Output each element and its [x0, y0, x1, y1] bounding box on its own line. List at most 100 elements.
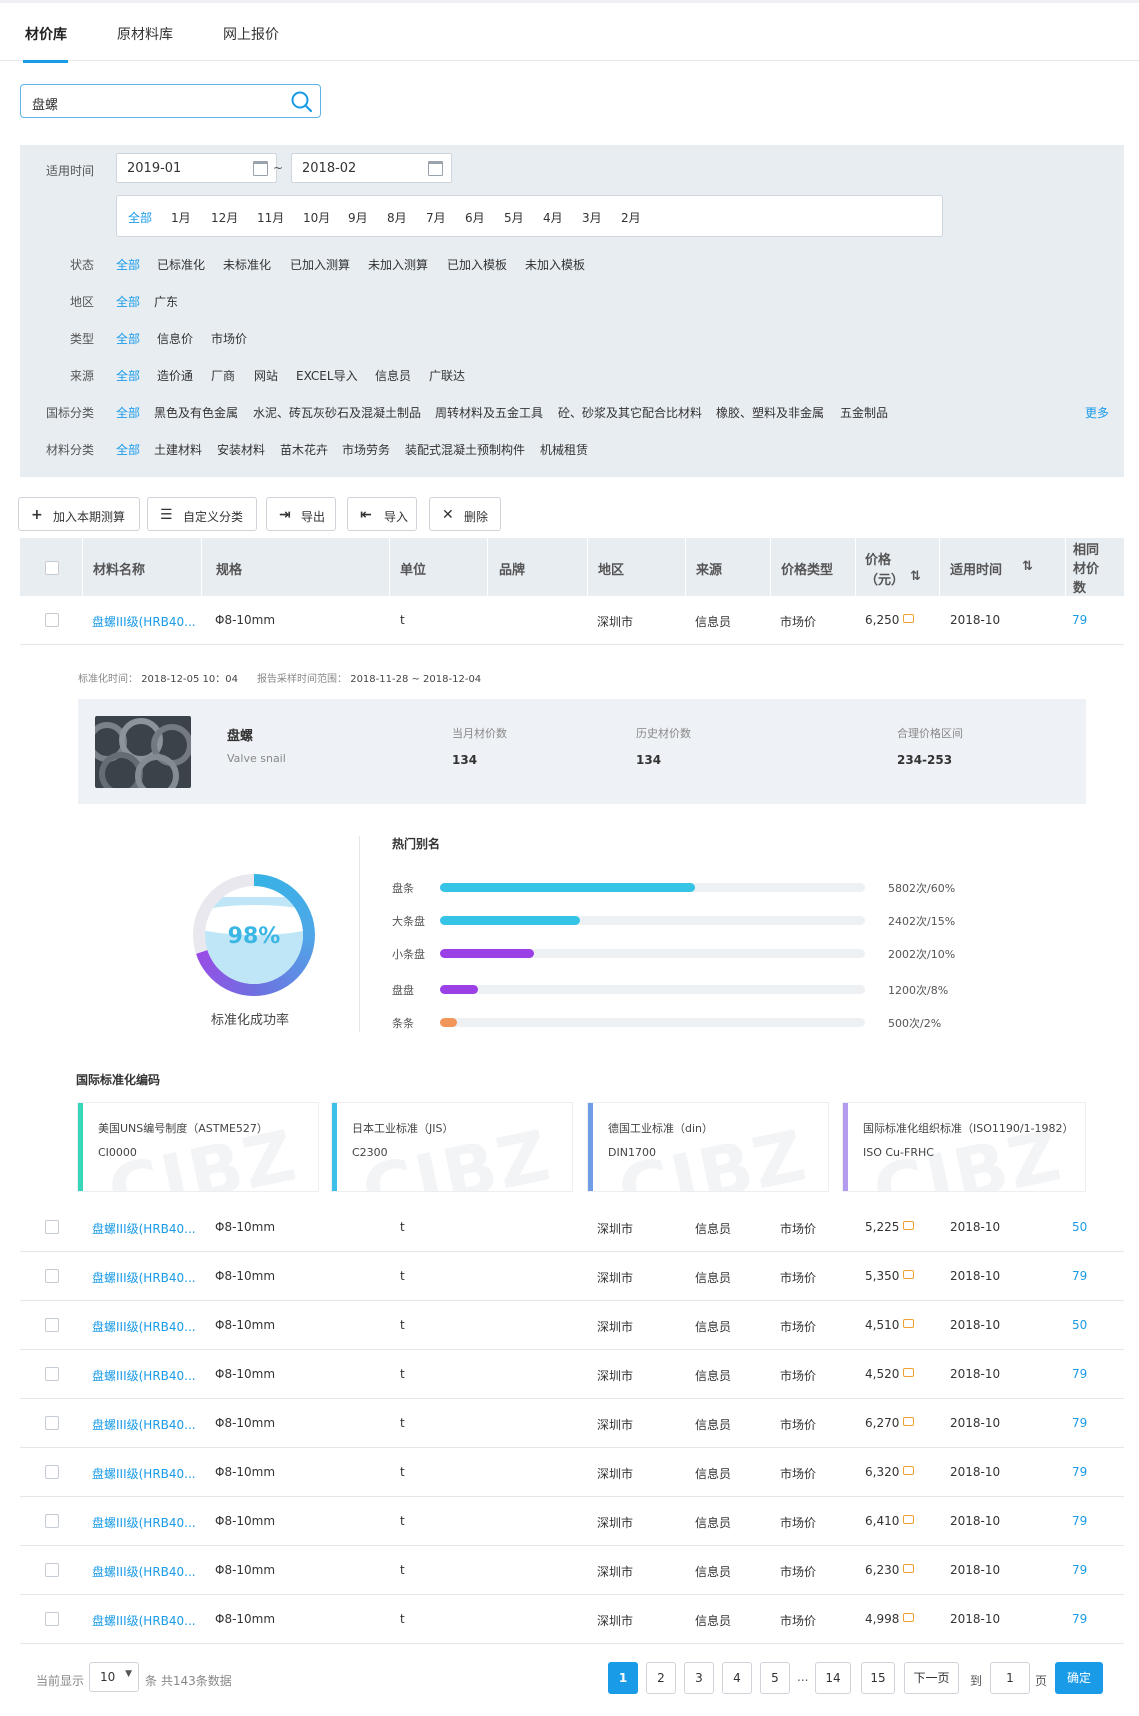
select-all-checkbox[interactable]	[45, 561, 59, 575]
same-count-link[interactable]: 79	[1072, 1416, 1087, 1430]
status-option[interactable]: 未标准化	[223, 256, 271, 273]
date-from-input[interactable]: 2019-01	[116, 153, 277, 183]
add-to-estimate-button[interactable]: + 加入本期测算	[18, 497, 140, 531]
calendar-icon[interactable]	[428, 161, 443, 176]
material-name-link[interactable]: 盘螺III级(HRB40...	[92, 1318, 196, 1335]
material-name-link[interactable]: 盘螺III级(HRB40...	[92, 1612, 196, 1629]
material-name-link[interactable]: 盘螺III级(HRB40...	[92, 1416, 196, 1433]
tag-icon[interactable]	[903, 614, 915, 623]
material-category-option[interactable]: 装配式混凝土预制构件	[405, 441, 525, 458]
row-checkbox[interactable]	[45, 1269, 59, 1283]
table-row[interactable]: 盘螺III级(HRB40... Φ8-10mm t 深圳市 信息员 市场价 5,350 201…	[20, 1252, 1124, 1301]
tag-icon[interactable]	[903, 1466, 915, 1475]
same-count-link[interactable]: 79	[1072, 613, 1087, 627]
material-name-link[interactable]: 盘螺III级(HRB40...	[92, 1269, 196, 1286]
page-button[interactable]: 2	[646, 1662, 676, 1694]
search-input[interactable]: 盘螺	[20, 84, 321, 118]
month-option[interactable]: 5月	[504, 209, 524, 226]
month-option[interactable]: 2月	[621, 209, 641, 226]
material-name-link[interactable]: 盘螺III级(HRB40...	[92, 1220, 196, 1237]
source-option[interactable]: 网站	[254, 367, 278, 384]
column-header-time[interactable]: 适用时间	[950, 559, 1002, 578]
tag-icon[interactable]	[903, 1319, 915, 1328]
national-category-option[interactable]: 水泥、砖瓦灰砂石及混凝土制品	[253, 404, 421, 421]
type-option[interactable]: 信息价	[157, 330, 193, 347]
source-option[interactable]: 全部	[116, 367, 140, 384]
status-option[interactable]: 已加入测算	[290, 256, 350, 273]
material-category-option[interactable]: 机械租赁	[540, 441, 588, 458]
table-row[interactable]: 盘螺III级(HRB40... Φ8-10mm t 深圳市 信息员 市场价 4,520 201…	[20, 1350, 1124, 1399]
row-checkbox[interactable]	[45, 1514, 59, 1528]
month-option[interactable]: 全部	[128, 209, 152, 226]
source-option[interactable]: 广联达	[429, 367, 465, 384]
type-option[interactable]: 全部	[116, 330, 140, 347]
national-category-option[interactable]: 橡胶、塑料及非金属	[716, 404, 824, 421]
status-option[interactable]: 已加入模板	[447, 256, 507, 273]
tab-material-price[interactable]: 材价库	[25, 24, 67, 44]
table-row[interactable]: 盘螺III级(HRB40... Φ8-10mm t 深圳市 信息员 市场价 6,410 201…	[20, 1497, 1124, 1546]
page-button[interactable]: 15	[861, 1662, 895, 1694]
sort-icon[interactable]: ⇅	[910, 569, 921, 584]
table-row[interactable]: 盘螺III级(HRB40... Φ8-10mm t 深圳市 信息员 市场价 5,225 201…	[20, 1203, 1124, 1252]
calendar-icon[interactable]	[253, 161, 268, 176]
month-option[interactable]: 7月	[426, 209, 446, 226]
source-option[interactable]: 造价通	[157, 367, 193, 384]
delete-button[interactable]: ✕ 删除	[429, 497, 501, 531]
page-button[interactable]: 4	[722, 1662, 752, 1694]
tag-icon[interactable]	[903, 1515, 915, 1524]
custom-category-button[interactable]: ☰ 自定义分类	[147, 497, 257, 531]
material-name-link[interactable]: 盘螺III级(HRB40...	[92, 1367, 196, 1384]
national-category-option[interactable]: 全部	[116, 404, 140, 421]
source-option[interactable]: 信息员	[375, 367, 411, 384]
month-option[interactable]: 9月	[348, 209, 368, 226]
same-count-link[interactable]: 50	[1072, 1220, 1087, 1234]
tab-online-quote[interactable]: 网上报价	[223, 24, 279, 44]
search-icon[interactable]	[290, 90, 314, 114]
sort-icon[interactable]: ⇅	[1022, 559, 1033, 574]
goto-page-input[interactable]: 1	[990, 1662, 1030, 1694]
national-category-option[interactable]: 黑色及有色金属	[154, 404, 238, 421]
page-button[interactable]: 1	[608, 1662, 638, 1694]
month-option[interactable]: 12月	[211, 209, 238, 226]
confirm-button[interactable]: 确定	[1055, 1662, 1103, 1694]
page-button[interactable]: 14	[815, 1662, 851, 1694]
month-option[interactable]: 1月	[171, 209, 191, 226]
tag-icon[interactable]	[903, 1564, 915, 1573]
material-category-option[interactable]: 安装材料	[217, 441, 265, 458]
material-category-option[interactable]: 市场劳务	[342, 441, 390, 458]
import-button[interactable]: ⇤ 导入	[347, 497, 417, 531]
month-option[interactable]: 4月	[543, 209, 563, 226]
month-option[interactable]: 6月	[465, 209, 485, 226]
row-checkbox[interactable]	[45, 1416, 59, 1430]
page-button[interactable]: 3	[684, 1662, 714, 1694]
table-row[interactable]: 盘螺III级(HRB40... Φ8-10mm t 深圳市 信息员 市场价 4,998 201…	[20, 1595, 1124, 1644]
month-option[interactable]: 8月	[387, 209, 407, 226]
material-name-link[interactable]: 盘螺III级(HRB40...	[92, 1563, 196, 1580]
material-name-link[interactable]: 盘螺III级(HRB40...	[92, 1514, 196, 1531]
source-option[interactable]: EXCEL导入	[296, 367, 358, 384]
row-checkbox[interactable]	[45, 613, 59, 627]
same-count-link[interactable]: 79	[1072, 1563, 1087, 1577]
same-count-link[interactable]: 50	[1072, 1318, 1087, 1332]
material-category-option[interactable]: 苗木花卉	[280, 441, 328, 458]
export-button[interactable]: ⇥ 导出	[266, 497, 336, 531]
tag-icon[interactable]	[903, 1368, 915, 1377]
national-category-option[interactable]: 砼、砂浆及其它配合比材料	[558, 404, 702, 421]
date-to-input[interactable]: 2018-02	[291, 153, 452, 183]
tag-icon[interactable]	[903, 1221, 915, 1230]
table-row[interactable]: 盘螺III级(HRB40... Φ8-10mm t 深圳市 信息员 市场价 6,…	[20, 596, 1124, 645]
same-count-link[interactable]: 79	[1072, 1269, 1087, 1283]
month-option[interactable]: 10月	[303, 209, 330, 226]
status-option[interactable]: 未加入模板	[525, 256, 585, 273]
tab-raw-material[interactable]: 原材料库	[117, 24, 173, 44]
material-name-link[interactable]: 盘螺III级(HRB40...	[92, 1465, 196, 1482]
tag-icon[interactable]	[903, 1417, 915, 1426]
page-size-select[interactable]: 10 ▼	[89, 1662, 139, 1692]
same-count-link[interactable]: 79	[1072, 1465, 1087, 1479]
status-option[interactable]: 已标准化	[157, 256, 205, 273]
same-count-link[interactable]: 79	[1072, 1367, 1087, 1381]
row-checkbox[interactable]	[45, 1465, 59, 1479]
region-option[interactable]: 广东	[154, 293, 178, 310]
next-page-button[interactable]: 下一页	[904, 1662, 959, 1694]
row-checkbox[interactable]	[45, 1563, 59, 1577]
